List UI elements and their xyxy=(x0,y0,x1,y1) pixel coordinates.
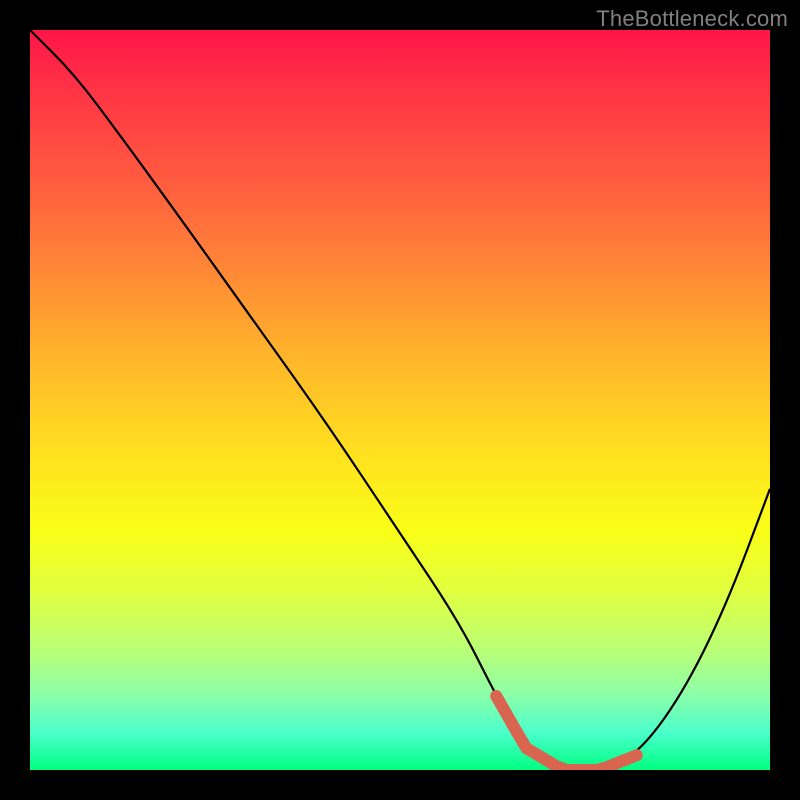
highlight-marker xyxy=(496,696,637,770)
watermark-text: TheBottleneck.com xyxy=(596,6,788,32)
curve-layer xyxy=(30,30,770,770)
chart-container: TheBottleneck.com xyxy=(0,0,800,800)
plot-area xyxy=(30,30,770,770)
bottleneck-curve xyxy=(30,30,770,770)
